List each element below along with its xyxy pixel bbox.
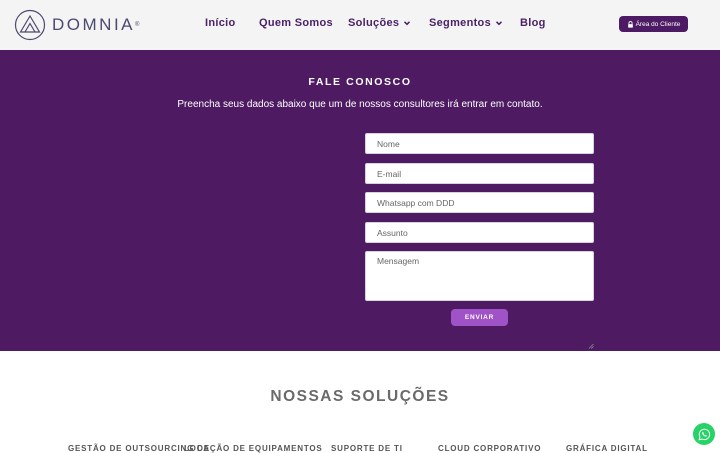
contact-subtitle: Preencha seus dados abaixo que um de nos…: [177, 99, 543, 110]
site-header: DOMNIA ® Início Quem Somos Soluções Segme…: [0, 0, 720, 50]
solutions-title: NOSSAS SOLUÇÕES: [270, 388, 450, 405]
contact-section: FALE CONOSCO Preencha seus dados abaixo …: [0, 50, 720, 351]
nav-segmentos-label: Segmentos: [429, 17, 491, 29]
submit-button[interactable]: ENVIAR: [451, 309, 508, 326]
contact-title: FALE CONOSCO: [308, 76, 412, 88]
message-field[interactable]: [365, 251, 594, 301]
whatsapp-icon: [697, 428, 710, 441]
solution-item-suporte[interactable]: SUPORTE DE TI: [331, 444, 403, 453]
client-area-button[interactable]: Área do Cliente: [619, 16, 688, 32]
nav-blog-label: Blog: [520, 17, 546, 29]
nav-solucoes[interactable]: Soluções: [348, 17, 412, 29]
main-nav: Início Quem Somos Soluções Segmentos Blo…: [0, 0, 720, 50]
lock-icon: [627, 20, 633, 28]
solution-item-cloud[interactable]: CLOUD CORPORATIVO: [438, 444, 541, 453]
resize-grip-icon[interactable]: [588, 343, 594, 349]
nav-inicio[interactable]: Início: [205, 17, 236, 29]
email-field[interactable]: [365, 163, 594, 184]
chevron-down-icon: [404, 21, 411, 26]
whatsapp-button[interactable]: [693, 423, 715, 445]
subject-field[interactable]: [365, 222, 594, 243]
nav-segmentos[interactable]: Segmentos: [429, 17, 504, 29]
solution-item-locacao[interactable]: LOCAÇÃO DE EQUIPAMENTOS: [184, 444, 323, 453]
solution-item-grafica[interactable]: GRÁFICA DIGITAL: [566, 444, 648, 453]
name-field[interactable]: [365, 133, 594, 154]
nav-blog[interactable]: Blog: [520, 17, 546, 29]
nav-quem-somos[interactable]: Quem Somos: [259, 17, 333, 29]
chevron-down-icon: [495, 21, 503, 26]
nav-solucoes-label: Soluções: [348, 17, 400, 29]
nav-quem-somos-label: Quem Somos: [259, 17, 333, 29]
nav-inicio-label: Início: [205, 17, 236, 29]
client-area-label: Área do Cliente: [635, 20, 681, 28]
whatsapp-field[interactable]: [365, 192, 594, 213]
